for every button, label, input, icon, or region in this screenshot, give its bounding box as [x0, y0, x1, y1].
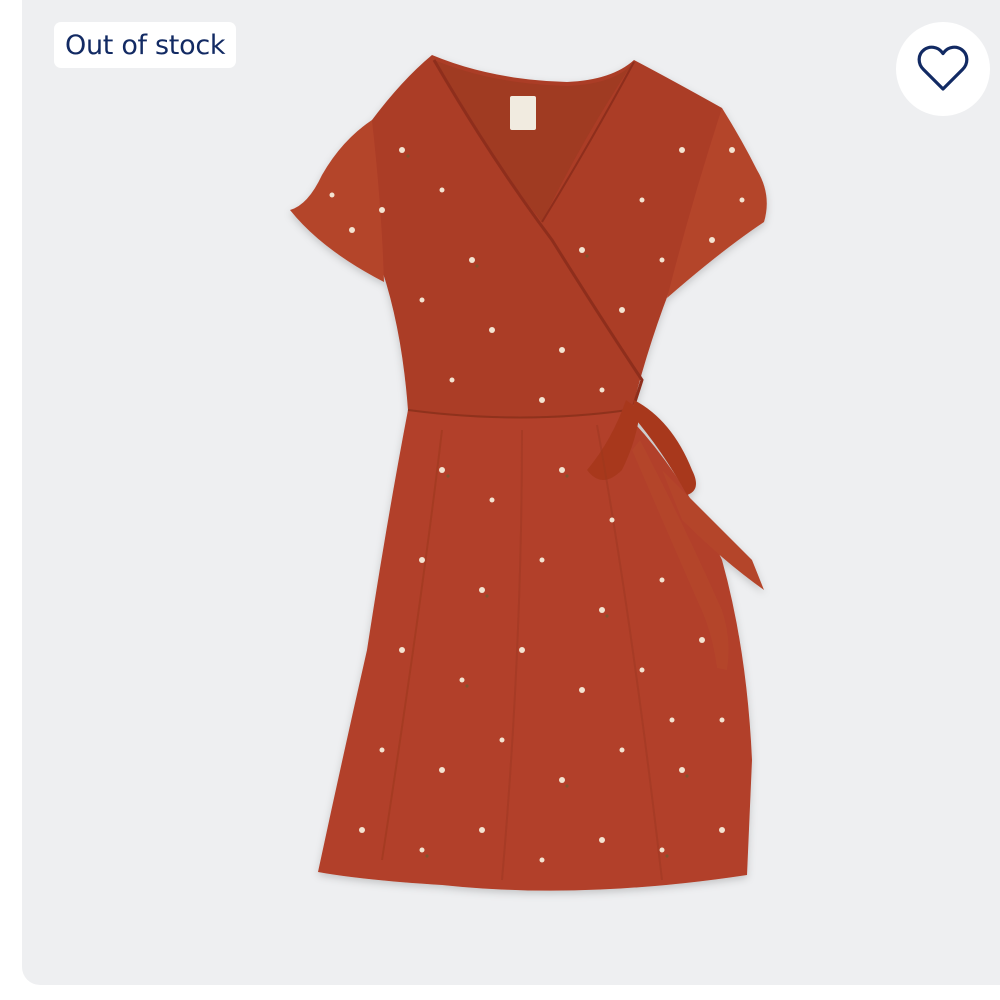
status-badge-label: Out of stock — [65, 29, 226, 61]
product-card[interactable]: Out of stock — [22, 0, 1000, 985]
dress-image — [290, 55, 767, 891]
favorite-button[interactable] — [896, 22, 990, 116]
heart-outline-icon — [917, 45, 969, 91]
product-image — [290, 55, 767, 891]
status-badge: Out of stock — [54, 22, 237, 68]
